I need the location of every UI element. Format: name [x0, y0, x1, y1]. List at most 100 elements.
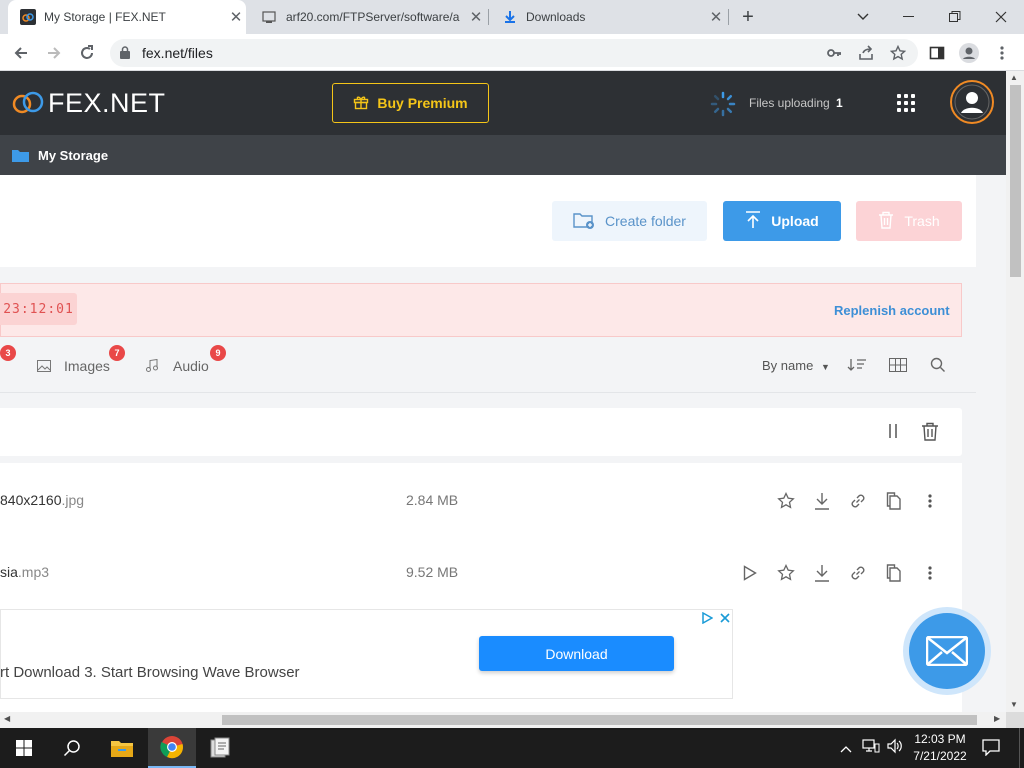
link-icon[interactable] [848, 563, 868, 583]
file-name[interactable]: sia.mp3 [0, 564, 49, 580]
grid-view-icon[interactable] [889, 358, 907, 377]
scrollbar-corner [1006, 712, 1024, 728]
file-name[interactable]: 840x2160.jpg [0, 492, 84, 508]
file-basename: 840x2160 [0, 492, 62, 508]
create-folder-button[interactable]: Create folder [552, 201, 707, 241]
address-bar[interactable] [110, 39, 918, 67]
close-window-icon[interactable] [978, 0, 1024, 34]
horizontal-scroll-thumb[interactable] [222, 715, 977, 725]
sort-order-icon[interactable] [847, 358, 867, 377]
clock-date: 7/21/2022 [913, 749, 967, 763]
scroll-down-icon[interactable]: ▼ [1010, 700, 1018, 709]
tab-arf20[interactable]: arf20.com/FTPServer/software/a ✕ [250, 0, 486, 34]
app-taskbar-icon[interactable] [196, 728, 244, 768]
copy-icon[interactable] [884, 491, 904, 511]
minimize-icon[interactable] [886, 0, 932, 34]
chrome-taskbar-icon[interactable] [148, 728, 196, 768]
upload-label: Upload [771, 213, 819, 229]
url-text[interactable]: fex.net/files [142, 45, 213, 61]
play-icon[interactable] [740, 563, 760, 583]
menu-icon[interactable] [989, 40, 1015, 66]
taskbar-clock[interactable]: 12:03 PM 7/21/2022 [912, 731, 968, 765]
trash-label: Trash [904, 213, 940, 229]
forward-icon[interactable] [41, 40, 67, 66]
site-logo-text[interactable]: FEX.NET [48, 88, 166, 119]
scroll-left-icon[interactable]: ◀ [4, 714, 10, 723]
user-avatar[interactable] [950, 80, 994, 124]
volume-icon[interactable] [886, 738, 904, 759]
copy-icon[interactable] [884, 563, 904, 583]
more-options-icon[interactable] [920, 563, 940, 583]
share-icon[interactable] [853, 40, 879, 66]
fexnet-logo-icon[interactable] [11, 89, 47, 122]
ad-download-button[interactable]: Download [479, 636, 674, 671]
download-icon[interactable] [812, 563, 832, 583]
bookmark-star-icon[interactable] [885, 40, 911, 66]
show-desktop-button[interactable] [1019, 728, 1024, 768]
buy-premium-button[interactable]: Buy Premium [332, 83, 489, 123]
ad-text[interactable]: rt Download 3. Start Browsing Wave Brows… [0, 664, 300, 681]
download-icon[interactable] [812, 491, 832, 511]
sort-by-dropdown[interactable]: By name ▼ [762, 358, 830, 373]
replenish-account-link[interactable]: Replenish account [834, 303, 950, 318]
tab-search-icon[interactable] [840, 0, 886, 34]
more-options-icon[interactable] [920, 491, 940, 511]
tab-downloads[interactable]: Downloads ✕ [490, 0, 726, 34]
delete-icon[interactable] [921, 422, 939, 446]
trash-icon [878, 211, 894, 232]
network-icon[interactable] [862, 738, 880, 759]
mail-icon [926, 636, 968, 666]
vertical-scroll-thumb[interactable] [1010, 85, 1021, 277]
caret-down-icon: ▼ [820, 362, 830, 372]
scroll-up-icon[interactable]: ▲ [1010, 73, 1018, 82]
file-size: 2.84 MB [406, 492, 459, 508]
close-tab-icon[interactable]: ✕ [226, 8, 246, 26]
account-notice [0, 283, 962, 337]
audio-count-badge: 9 [210, 345, 226, 361]
upload-button[interactable]: Upload [723, 201, 841, 241]
pause-icon[interactable] [886, 423, 900, 444]
apps-grid-icon[interactable] [897, 94, 915, 112]
key-icon[interactable] [821, 40, 847, 66]
music-note-icon[interactable] [146, 358, 158, 377]
windows-start-icon[interactable] [0, 728, 48, 768]
file-basename: sia [0, 564, 18, 580]
side-panel-icon[interactable] [924, 40, 950, 66]
image-icon[interactable] [37, 359, 51, 377]
tray-chevron-icon[interactable] [840, 740, 852, 758]
files-uploading-count[interactable]: 1 [836, 96, 843, 110]
lock-icon[interactable] [120, 46, 130, 59]
favorite-star-icon[interactable] [776, 491, 796, 511]
file-extension: .jpg [61, 492, 85, 508]
contact-mail-button[interactable] [903, 607, 991, 695]
new-tab-icon[interactable]: + [736, 6, 760, 28]
upload-icon [745, 210, 761, 232]
filter-images[interactable]: Images [64, 358, 110, 374]
reload-icon[interactable] [74, 40, 100, 66]
tab-my-storage[interactable]: My Storage | FEX.NET ✕ [8, 0, 246, 34]
file-explorer-icon[interactable] [98, 728, 146, 768]
user-icon [954, 84, 990, 120]
profile-icon[interactable] [956, 40, 982, 66]
filter-audio[interactable]: Audio [173, 358, 209, 374]
search-icon[interactable] [930, 357, 946, 378]
close-tab-icon[interactable]: ✕ [466, 8, 486, 26]
adchoices-icon[interactable] [701, 611, 714, 629]
filter-badge: 3 [0, 345, 16, 361]
back-icon[interactable] [8, 40, 34, 66]
files-uploading-label[interactable]: Files uploading [749, 96, 830, 110]
clock-time: 12:03 PM [914, 732, 966, 746]
notifications-icon[interactable] [982, 738, 1000, 761]
countdown-timer: 23:12:01 [0, 293, 77, 325]
link-icon[interactable] [848, 491, 868, 511]
gift-icon [353, 94, 369, 113]
close-tab-icon[interactable]: ✕ [706, 8, 726, 26]
close-ad-icon[interactable] [719, 611, 731, 629]
tab-separator [488, 9, 489, 25]
search-icon[interactable] [48, 728, 96, 768]
trash-button[interactable]: Trash [856, 201, 962, 241]
scroll-right-icon[interactable]: ▶ [994, 714, 1000, 723]
breadcrumb-my-storage[interactable]: My Storage [38, 148, 108, 163]
restore-icon[interactable] [932, 0, 978, 34]
favorite-star-icon[interactable] [776, 563, 796, 583]
